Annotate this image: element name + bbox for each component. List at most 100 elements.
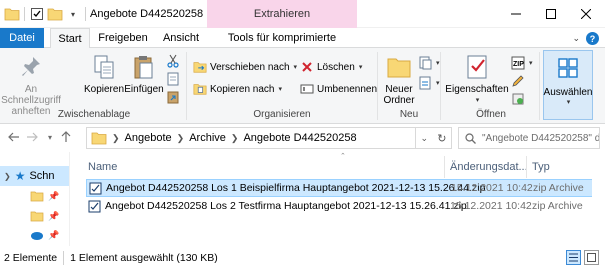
move-to-button[interactable]: Verschieben nach ▾ <box>193 58 297 76</box>
folder-icon <box>30 211 44 222</box>
quick-access-toolbar: ▾ <box>4 6 88 22</box>
copy-button[interactable]: Kopieren <box>84 52 124 95</box>
tab-compressed-folder-tools[interactable]: Tools für komprimierte Ordner <box>211 28 353 64</box>
breadcrumb-item[interactable]: Angebote D442520258 <box>243 132 356 144</box>
pinned-folder-item[interactable]: 📌 <box>30 210 59 222</box>
copy-to-button[interactable]: Kopieren nach ▾ <box>193 80 282 98</box>
paste-button[interactable]: Einfügen <box>124 52 164 95</box>
table-row[interactable]: Angebot D442520258 Los 1 Beispielfirma H… <box>86 179 601 197</box>
breadcrumb-item[interactable]: Angebote <box>125 132 172 144</box>
quick-access-item[interactable]: ❯ ★ Schn <box>0 166 69 186</box>
pin-quick-access-button[interactable]: An Schnellzugriff anheften <box>1 52 61 117</box>
table-row[interactable]: Angebot D442520258 Los 2 Testfirma Haupt… <box>86 197 601 215</box>
zip-file-icon <box>89 182 102 195</box>
tab-file[interactable]: Datei <box>0 28 44 48</box>
breadcrumb-chevron-icon[interactable]: ❯ <box>112 133 120 144</box>
pin-icon: 📌 <box>48 210 60 221</box>
paste-label: Einfügen <box>124 84 164 95</box>
rename-icon <box>300 82 314 96</box>
forward-arrow-icon[interactable] <box>24 129 40 145</box>
tab-view[interactable]: Ansicht <box>158 28 204 48</box>
properties-qat-icon[interactable] <box>29 6 45 22</box>
address-folder-icon <box>91 131 107 145</box>
new-folder-button[interactable]: Neuer Ordner <box>380 52 418 106</box>
pinned-folder-item[interactable]: 📌 <box>30 190 59 202</box>
file-list: ⌃ Name Änderungsdat... Typ Angebot D4425… <box>80 152 601 246</box>
copy-path-icon <box>166 72 180 86</box>
edit-button[interactable] <box>511 72 525 90</box>
star-icon: ★ <box>14 169 26 183</box>
qat-dropdown-icon[interactable]: ▾ <box>65 6 81 22</box>
search-icon <box>465 132 476 144</box>
vertical-scrollbar[interactable] <box>592 152 605 246</box>
paste-shortcut-button[interactable] <box>166 88 180 106</box>
search-box[interactable]: "Angebote D442520258" dur... <box>458 127 600 149</box>
file-date: 15.12.2021 10:42 <box>450 200 532 212</box>
status-bar: 2 Elemente 1 Element ausgewählt (130 KB) <box>0 246 605 269</box>
navigation-pane: ❯ ★ Schn 📌 📌 📌 <box>0 152 70 246</box>
easy-access-button[interactable]: ▾ <box>418 74 440 92</box>
new-folder-qat-icon[interactable] <box>47 6 63 22</box>
minimize-button[interactable] <box>498 0 534 28</box>
file-type: zip Archive <box>532 200 583 212</box>
address-dropdown-icon[interactable]: ⌄ <box>421 133 429 144</box>
breadcrumb-item[interactable]: Archive <box>189 132 226 144</box>
up-arrow-icon[interactable] <box>58 129 74 145</box>
open-icon: ZIP <box>511 56 525 70</box>
move-to-label: Verschieben nach <box>210 61 290 73</box>
help-icon[interactable]: ? <box>586 32 599 45</box>
column-header-name[interactable]: Name <box>88 158 117 176</box>
properties-button[interactable]: Eigenschaften ▾ <box>445 52 509 106</box>
address-bar[interactable]: ❯ Angebote ❯ Archive ❯ Angebote D4425202… <box>86 127 416 149</box>
column-header-date[interactable]: Änderungsdat... <box>450 158 528 176</box>
folder-icon <box>30 191 44 202</box>
breadcrumb-chevron-icon[interactable]: ❯ <box>177 133 185 144</box>
select-button[interactable]: Auswählen ▾ <box>543 50 593 120</box>
title-bar: ▾ Angebote D442520258 Extrahieren <box>0 0 605 28</box>
group-clipboard-label: Zwischenablage <box>57 109 131 120</box>
properties-label: Eigenschaften <box>445 84 509 95</box>
file-type: zip Archive <box>533 182 584 194</box>
tab-start[interactable]: Start <box>50 28 90 49</box>
item-count: 2 Elemente <box>4 251 58 264</box>
new-item-button[interactable]: ▾ <box>418 54 440 72</box>
quick-access-label: Schn <box>29 170 55 182</box>
pin-icon <box>16 52 46 82</box>
recent-locations-icon[interactable]: ▾ <box>42 129 58 145</box>
delete-x-icon <box>300 60 314 74</box>
refresh-icon[interactable]: ↻ <box>437 132 446 145</box>
maximize-button[interactable] <box>533 0 569 28</box>
copy-to-label: Kopieren nach <box>210 83 275 95</box>
group-open-label: Öffnen <box>476 109 506 120</box>
context-tab-header: Extrahieren <box>207 0 357 28</box>
group-new-label: Neu <box>399 109 419 120</box>
pin-icon: 📌 <box>48 190 60 201</box>
ribbon: An Schnellzugriff anheften Kopieren Einf… <box>0 48 605 124</box>
easy-access-icon <box>418 76 432 90</box>
properties-icon <box>462 52 492 82</box>
group-organize-label: Organisieren <box>253 109 311 120</box>
rename-button[interactable]: Umbenennen <box>300 80 377 98</box>
paste-icon <box>129 52 159 82</box>
breadcrumb-chevron-icon[interactable]: ❯ <box>231 133 239 144</box>
zip-file-icon <box>88 200 101 213</box>
back-arrow-icon[interactable] <box>6 129 22 145</box>
cut-button[interactable] <box>166 52 180 70</box>
navigation-bar: ▾ ❯ Angebote ❯ Archive ❯ Angebote D44252… <box>0 124 605 152</box>
large-icons-view-icon[interactable] <box>584 250 599 265</box>
copy-path-button[interactable] <box>166 70 180 88</box>
pinned-folder-item[interactable]: 📌 <box>30 229 59 241</box>
column-header-type[interactable]: Typ <box>532 158 550 176</box>
close-button[interactable] <box>568 0 604 28</box>
ribbon-collapse-icon[interactable]: ⌄ <box>572 33 580 44</box>
new-item-icon <box>418 56 432 70</box>
details-view-icon[interactable] <box>566 250 581 265</box>
expand-chevron-icon[interactable]: ❯ <box>4 172 11 181</box>
history-icon <box>511 92 525 106</box>
open-button[interactable]: ZIP ▾ <box>511 54 533 72</box>
delete-button[interactable]: Löschen ▾ <box>300 58 362 76</box>
tab-share[interactable]: Freigeben <box>96 28 150 48</box>
copy-to-icon <box>193 82 207 96</box>
delete-label: Löschen <box>317 61 355 73</box>
history-button[interactable] <box>511 90 525 108</box>
